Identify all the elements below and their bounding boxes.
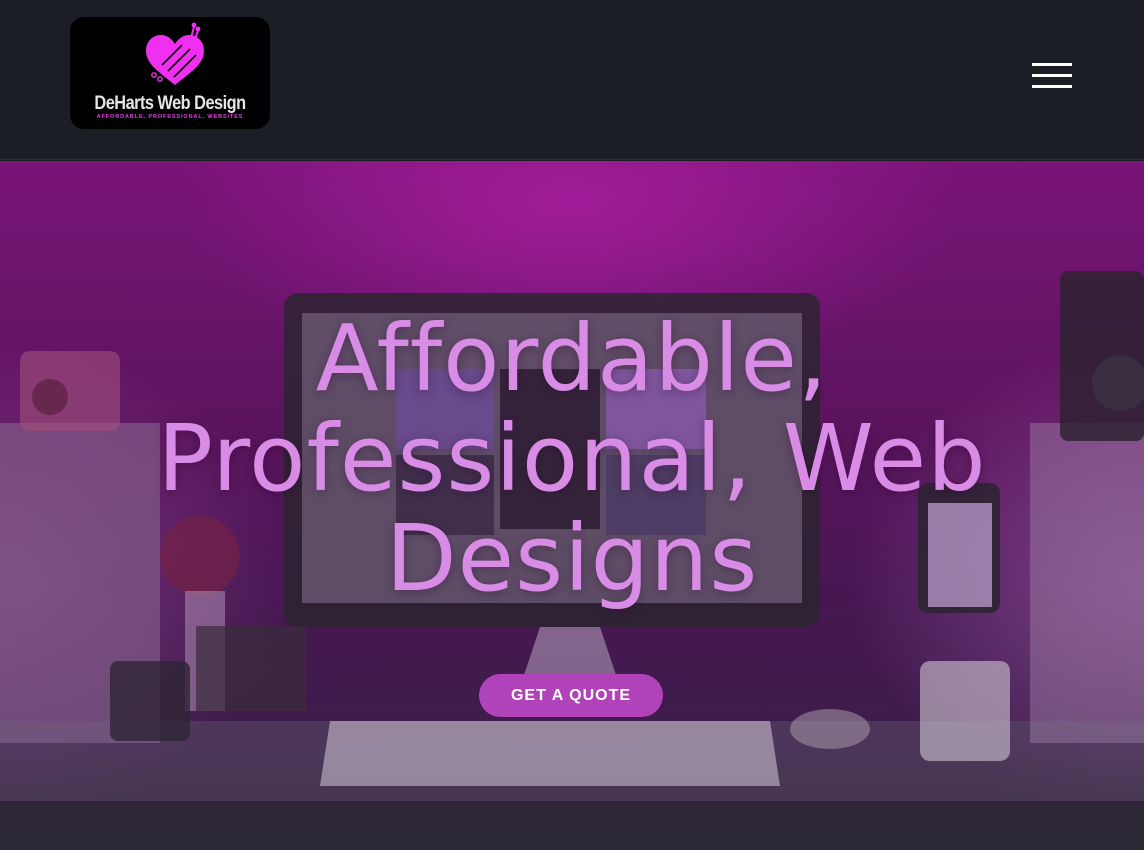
menu-line (1032, 74, 1072, 77)
site-logo[interactable]: DeHarts Web Design AFFORDABLE, PROFESSIO… (70, 17, 270, 129)
menu-line (1032, 85, 1072, 88)
keyboard (320, 721, 780, 786)
hero-section: Affordable, Professional, Web Designs GE… (0, 161, 1144, 850)
logo-tagline: AFFORDABLE, PROFESSIONAL, WEBSITES (96, 114, 244, 120)
monitor-stand (522, 627, 618, 681)
photo-frame (196, 626, 306, 711)
hero-title: Affordable, Professional, Web Designs (157, 305, 987, 612)
candle (110, 661, 190, 741)
speaker (1060, 271, 1144, 441)
logo-name: DeHarts Web Design (94, 93, 246, 114)
menu-line (1032, 63, 1072, 66)
site-header: DeHarts Web Design AFFORDABLE, PROFESSIO… (0, 0, 1144, 160)
hamburger-menu-icon[interactable] (1028, 60, 1076, 92)
mug (920, 661, 1010, 761)
get-quote-button[interactable]: GET A QUOTE (479, 674, 663, 717)
mouse (790, 709, 870, 749)
